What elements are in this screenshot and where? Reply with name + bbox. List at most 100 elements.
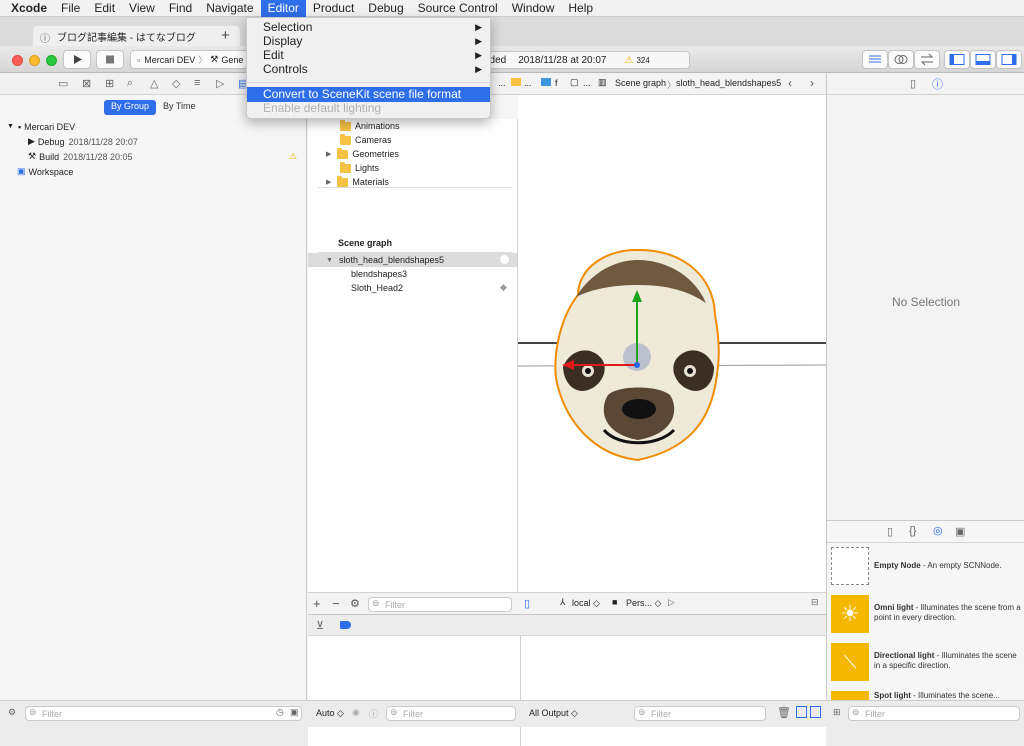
outline-item-animations[interactable]: Animations — [308, 119, 517, 133]
gear-icon[interactable]: ⚙ — [350, 597, 360, 610]
remove-icon[interactable]: − — [332, 596, 340, 611]
jumpbar-crumb[interactable]: ... — [524, 78, 532, 88]
coordinate-space-dropdown[interactable]: local ◇ — [572, 598, 600, 609]
warning-count[interactable]: 324 — [636, 56, 649, 65]
nav-row-project[interactable]: ▼ ▪ Mercari DEV — [0, 119, 306, 134]
disclosure-open-icon[interactable]: ▼ — [7, 123, 14, 130]
scene-viewport[interactable] — [518, 95, 826, 614]
menu-window[interactable]: Window — [505, 0, 562, 17]
library-item-empty-node[interactable]: Empty Node - An empty SCNNode. — [831, 547, 1021, 593]
library-item-directional-light[interactable]: ⟍ Directional light - Illuminates the sc… — [831, 643, 1021, 689]
disclosure-closed-icon[interactable]: ▶ — [326, 178, 331, 186]
symbol-icon[interactable]: ⊞ — [105, 77, 114, 90]
outline-item-lights[interactable]: Lights — [308, 161, 517, 175]
find-icon[interactable]: ⌕ — [127, 77, 133, 90]
jumpbar-crumb[interactable]: ... — [498, 78, 506, 88]
menu-navigate[interactable]: Navigate — [199, 0, 260, 17]
split-left-icon[interactable] — [796, 706, 807, 718]
recent-icon[interactable]: ◷ — [276, 707, 284, 718]
media-library-icon[interactable]: ▣ — [955, 525, 965, 538]
menu-item-selection[interactable]: Selection ▶ — [247, 20, 490, 35]
test-icon[interactable]: ◇ — [172, 77, 180, 90]
toggle-inspector-button[interactable] — [996, 50, 1022, 69]
file-inspector-icon[interactable]: ▯ — [910, 77, 916, 90]
back-arrow-icon[interactable]: ‹ — [788, 76, 792, 90]
console-filter-input[interactable]: Filter — [634, 706, 766, 721]
issues-filter-icon[interactable]: ▣ — [290, 707, 299, 718]
play-animation-icon[interactable]: ▷ — [668, 597, 675, 608]
new-tab-icon[interactable]: + — [221, 27, 230, 44]
gear-icon[interactable]: ⚙ — [8, 707, 16, 718]
object-library-icon[interactable]: ◎ — [933, 524, 943, 537]
standard-editor-button[interactable] — [862, 50, 888, 69]
help-icon[interactable]: ⓘ — [932, 76, 943, 92]
menu-editor[interactable]: Editor — [260, 0, 306, 17]
variables-scope-dropdown[interactable]: Auto ◇ — [316, 708, 344, 719]
assistant-editor-button[interactable] — [888, 50, 914, 69]
navigator-filter-input[interactable]: Filter — [25, 706, 302, 721]
browser-tab[interactable]: ⓘ ブログ記事編集 - はてなブログ — [33, 26, 240, 46]
minimize-window-icon[interactable] — [29, 55, 40, 66]
disclosure-open-icon[interactable]: ▼ — [326, 257, 333, 264]
library-filter-input[interactable]: Filter — [848, 706, 1020, 721]
menu-product[interactable]: Product — [306, 0, 361, 17]
jumpbar-crumb[interactable]: ... — [583, 78, 591, 88]
by-group-segment[interactable]: By Group — [104, 100, 157, 115]
library-item-spot-light[interactable]: Spot light - Illuminates the scene... — [831, 691, 1021, 700]
toggle-navigator-button[interactable] — [944, 50, 970, 69]
source-control-icon[interactable]: ⊠ — [82, 77, 91, 90]
nav-row-workspace[interactable]: ▣ Workspace — [0, 164, 306, 179]
by-time-segment[interactable]: By Time — [156, 100, 203, 115]
version-editor-button[interactable] — [914, 50, 940, 69]
menu-source-control[interactable]: Source Control — [411, 0, 505, 17]
eye-icon[interactable]: ◉ — [352, 707, 360, 718]
debug-nav-icon[interactable]: ≡ — [194, 77, 200, 89]
issue-icon[interactable]: △ — [150, 77, 158, 90]
nav-row-debug[interactable]: ▶ Debug 2018/11/28 20:07 — [0, 134, 306, 149]
menu-item-controls[interactable]: Controls ▶ — [247, 62, 490, 77]
jumpbar-crumb[interactable]: f — [555, 78, 558, 88]
scene-node-root[interactable]: ▼ sloth_head_blendshapes5 — [308, 253, 517, 267]
menu-file[interactable]: File — [54, 0, 87, 17]
folder-icon[interactable]: ▭ — [58, 77, 68, 90]
toggle-outline-icon[interactable]: ▯ — [524, 597, 530, 610]
add-icon[interactable]: + — [313, 596, 321, 611]
menu-item-edit[interactable]: Edit ▶ — [247, 48, 490, 63]
library-item-omni-light[interactable]: ☀ Omni light - Illuminates the scene fro… — [831, 595, 1021, 641]
outline-filter-input[interactable]: Filter — [368, 597, 512, 612]
code-snippet-icon[interactable]: {} — [909, 525, 916, 537]
split-right-icon[interactable] — [810, 706, 821, 718]
scene-node-head[interactable]: Sloth_Head2 ◆ — [308, 281, 517, 295]
nav-row-build[interactable]: ⚒ Build 2018/11/28 20:05 ⚠ — [0, 149, 306, 164]
variables-filter-input[interactable]: Filter — [386, 706, 516, 721]
warning-icon[interactable]: ⚠ — [624, 55, 633, 66]
file-template-icon[interactable]: ▯ — [887, 525, 893, 538]
hide-debug-area-icon[interactable]: ⊻ — [316, 619, 324, 632]
menu-debug[interactable]: Debug — [361, 0, 410, 17]
library-toggle-icon[interactable]: ⊟ — [811, 597, 819, 608]
trash-icon[interactable]: 🗑 — [777, 706, 791, 719]
menu-item-convert-to-scn[interactable]: Convert to SceneKit scene file format (.… — [247, 87, 490, 116]
stop-button[interactable] — [96, 50, 124, 69]
forward-arrow-icon[interactable]: › — [810, 76, 814, 90]
menu-view[interactable]: View — [122, 0, 162, 17]
disclosure-closed-icon[interactable]: ▶ — [326, 150, 331, 158]
jumpbar-crumb-node[interactable]: sloth_head_blendshapes5 — [676, 78, 781, 88]
info-icon[interactable]: ⓘ — [369, 707, 378, 720]
scene-node-blendshapes[interactable]: blendshapes3 — [308, 267, 517, 281]
menu-help[interactable]: Help — [561, 0, 600, 17]
breakpoint-icon[interactable]: ▷ — [216, 77, 224, 90]
jumpbar-crumb-scene-graph[interactable]: Scene graph — [615, 78, 666, 88]
zoom-window-icon[interactable] — [46, 55, 57, 66]
grid-view-icon[interactable]: ⊞ — [833, 707, 841, 718]
toggle-debug-area-button[interactable] — [970, 50, 996, 69]
scheme-selector[interactable]: ▫ Mercari DEV 〉 ⚒ Gene — [130, 50, 248, 69]
menu-find[interactable]: Find — [162, 0, 199, 17]
menu-xcode[interactable]: Xcode — [0, 0, 54, 17]
menu-edit[interactable]: Edit — [87, 0, 122, 17]
outline-item-geometries[interactable]: ▶ Geometries — [308, 147, 517, 161]
run-button[interactable] — [63, 50, 91, 69]
console-output-dropdown[interactable]: All Output ◇ — [529, 708, 578, 719]
camera-dropdown[interactable]: Pers... ◇ — [626, 598, 661, 609]
close-window-icon[interactable] — [12, 55, 23, 66]
